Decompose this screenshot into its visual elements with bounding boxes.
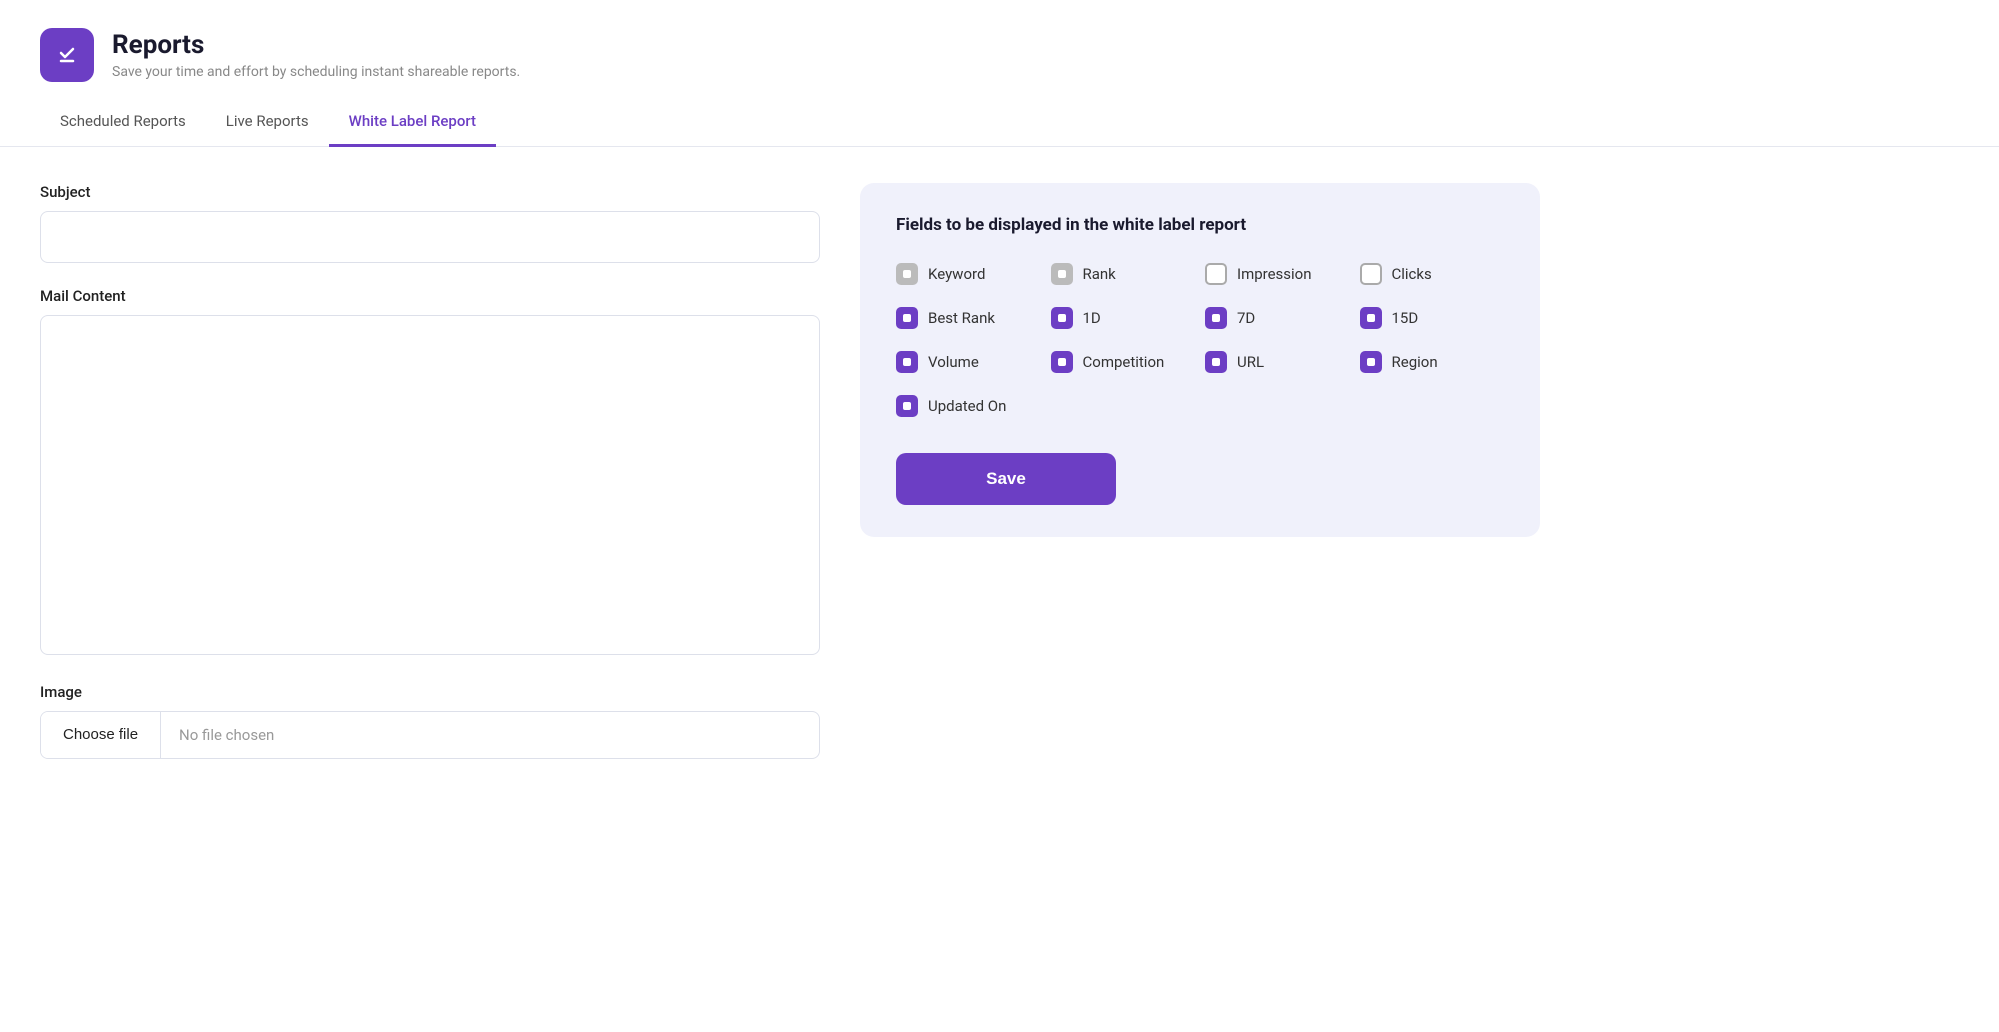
- field-url[interactable]: URL: [1205, 351, 1350, 373]
- tabs-nav: Scheduled Reports Live Reports White Lab…: [0, 98, 1999, 147]
- field-label-competition: Competition: [1083, 353, 1165, 371]
- main-content: Subject Mail Content Image Choose file N…: [0, 147, 1999, 795]
- field-best-rank[interactable]: Best Rank: [896, 307, 1041, 329]
- tab-live-reports[interactable]: Live Reports: [206, 98, 329, 147]
- field-rank[interactable]: Rank: [1051, 263, 1196, 285]
- field-competition[interactable]: Competition: [1051, 351, 1196, 373]
- tab-scheduled-reports[interactable]: Scheduled Reports: [40, 98, 206, 147]
- field-label-best-rank: Best Rank: [928, 309, 995, 327]
- field-label-clicks: Clicks: [1392, 265, 1432, 283]
- checkbox-1d[interactable]: [1051, 307, 1073, 329]
- checkbox-competition[interactable]: [1051, 351, 1073, 373]
- field-7d[interactable]: 7D: [1205, 307, 1350, 329]
- field-label-region: Region: [1392, 353, 1438, 371]
- field-15d[interactable]: 15D: [1360, 307, 1505, 329]
- mail-content-textarea[interactable]: [40, 315, 820, 655]
- field-label-url: URL: [1237, 353, 1264, 371]
- checkbox-updated-on[interactable]: [896, 395, 918, 417]
- checkbox-keyword[interactable]: [896, 263, 918, 285]
- no-file-text: No file chosen: [161, 712, 292, 758]
- checkbox-region[interactable]: [1360, 351, 1382, 373]
- field-updated-on[interactable]: Updated On: [896, 395, 1041, 417]
- field-label-rank: Rank: [1083, 265, 1116, 283]
- mail-content-label: Mail Content: [40, 287, 820, 305]
- field-label-keyword: Keyword: [928, 265, 985, 283]
- field-label-1d: 1D: [1083, 309, 1101, 327]
- checkbox-url[interactable]: [1205, 351, 1227, 373]
- file-input-wrapper: Choose file No file chosen: [40, 711, 820, 759]
- page-title: Reports: [112, 30, 520, 61]
- field-1d[interactable]: 1D: [1051, 307, 1196, 329]
- checkbox-clicks[interactable]: [1360, 263, 1382, 285]
- image-label: Image: [40, 683, 820, 701]
- subject-input[interactable]: [40, 211, 820, 263]
- field-label-impression: Impression: [1237, 265, 1312, 283]
- header-text: Reports Save your time and effort by sch…: [112, 30, 520, 79]
- save-button[interactable]: Save: [896, 453, 1116, 505]
- field-label-15d: 15D: [1392, 309, 1419, 327]
- page-subtitle: Save your time and effort by scheduling …: [112, 64, 520, 80]
- subject-label: Subject: [40, 183, 820, 201]
- checkbox-best-rank[interactable]: [896, 307, 918, 329]
- fields-panel: Fields to be displayed in the white labe…: [860, 183, 1540, 537]
- tab-white-label-report[interactable]: White Label Report: [329, 98, 496, 147]
- choose-file-button[interactable]: Choose file: [41, 712, 161, 758]
- checkbox-15d[interactable]: [1360, 307, 1382, 329]
- field-label-volume: Volume: [928, 353, 979, 371]
- form-section: Subject Mail Content Image Choose file N…: [40, 183, 820, 759]
- field-impression[interactable]: Impression: [1205, 263, 1350, 285]
- field-label-7d: 7D: [1237, 309, 1255, 327]
- field-region[interactable]: Region: [1360, 351, 1505, 373]
- field-label-updated-on: Updated On: [928, 397, 1006, 415]
- field-volume[interactable]: Volume: [896, 351, 1041, 373]
- fields-grid: Keyword Rank Impression Clicks: [896, 263, 1504, 417]
- field-keyword[interactable]: Keyword: [896, 263, 1041, 285]
- checkbox-7d[interactable]: [1205, 307, 1227, 329]
- checkbox-volume[interactable]: [896, 351, 918, 373]
- app-logo: [40, 28, 94, 82]
- checkbox-rank[interactable]: [1051, 263, 1073, 285]
- field-clicks[interactable]: Clicks: [1360, 263, 1505, 285]
- fields-title: Fields to be displayed in the white labe…: [896, 215, 1504, 235]
- header: Reports Save your time and effort by sch…: [0, 0, 1999, 98]
- checkbox-impression[interactable]: [1205, 263, 1227, 285]
